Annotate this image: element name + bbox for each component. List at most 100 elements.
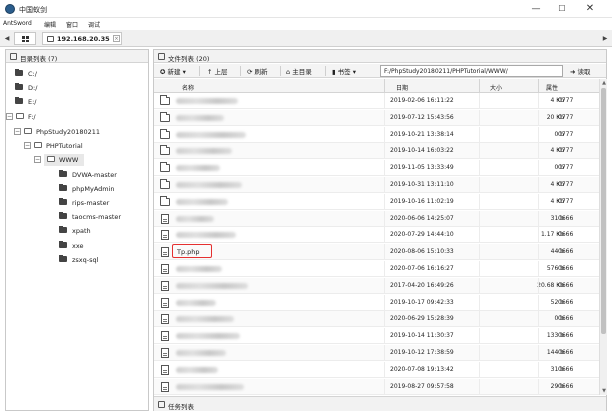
- file-icon: [161, 213, 169, 224]
- tree-node-xpath[interactable]: xpath: [56, 225, 146, 237]
- column-gridline: [538, 345, 539, 361]
- redacted-file-name: [176, 299, 216, 306]
- tree-node-rips[interactable]: rips-master: [56, 197, 146, 209]
- tree-node-dvwa[interactable]: DVWA-master: [56, 169, 146, 181]
- file-row[interactable]: 2019-07-12 15:43:56 20 Kb 0777: [154, 109, 599, 126]
- file-list-icon: [158, 53, 165, 60]
- vertical-scrollbar[interactable]: ▲ ▼: [599, 79, 607, 395]
- file-row[interactable]: 2019-10-21 13:38:14 0 b 0777: [154, 126, 599, 143]
- column-perm[interactable]: 属性: [546, 83, 558, 92]
- file-row[interactable]: 2020-07-06 16:16:27 576 b 0666: [154, 261, 599, 277]
- column-name[interactable]: 名称: [182, 83, 194, 92]
- tab-scroll-left-icon[interactable]: ◀: [2, 34, 12, 44]
- menu-window[interactable]: 窗口: [66, 20, 78, 29]
- tree-node-f[interactable]: − F:/: [6, 111, 144, 123]
- file-row[interactable]: 2019-10-31 13:11:10 4 Kb 0777: [154, 177, 599, 193]
- close-button[interactable]: ✕: [578, 2, 602, 16]
- tab-close-icon[interactable]: ×: [113, 35, 120, 42]
- tab-home[interactable]: [14, 32, 36, 45]
- tree-node-taocms[interactable]: taocms-master: [56, 211, 146, 223]
- task-list-icon: [158, 401, 165, 408]
- file-date: 2019-10-16 11:02:19: [390, 197, 454, 205]
- column-gridline: [479, 126, 480, 143]
- file-row[interactable]: 2020-07-29 14:44:10 1.17 Kb 0666: [154, 227, 599, 244]
- column-gridline: [384, 345, 385, 361]
- file-date: 2019-10-14 16:03:22: [390, 147, 454, 155]
- tree-node-label: C:/: [28, 70, 37, 78]
- tree-node-phptutorial[interactable]: − PHPTutorial: [24, 140, 144, 152]
- tree-node-label: DVWA-master: [72, 171, 117, 179]
- menu-antsword[interactable]: AntSword: [3, 20, 32, 27]
- column-gridline: [479, 328, 480, 345]
- file-permissions: 0666: [558, 231, 574, 239]
- tree-node-d[interactable]: D:/: [12, 82, 142, 94]
- collapse-toggle-icon[interactable]: −: [14, 128, 21, 135]
- file-row[interactable]: 2019-08-27 09:57:58 29 b 0666: [154, 378, 599, 395]
- column-gridline: [384, 177, 385, 193]
- file-row[interactable]: 2019-10-17 09:42:33 52 b 0666: [154, 294, 599, 311]
- file-date: 2019-10-31 13:11:10: [390, 181, 454, 188]
- tree-node-c[interactable]: C:/: [12, 68, 142, 80]
- collapse-toggle-icon[interactable]: −: [6, 113, 13, 120]
- tree-node-www[interactable]: − WWW: [34, 154, 144, 166]
- column-date[interactable]: 日期: [396, 83, 408, 92]
- file-row[interactable]: 2020-06-06 14:25:07 31 b 0666: [154, 210, 599, 227]
- tree-node-label: xpath: [72, 227, 91, 235]
- tree-node-label: xxe: [72, 242, 84, 250]
- file-row[interactable]: 2019-10-16 11:02:19 4 Kb 0777: [154, 193, 599, 210]
- tree-node-phpmyadmin[interactable]: phpMyAdmin: [56, 183, 146, 195]
- tab-site-label: 192.168.20.35: [57, 35, 110, 43]
- file-row[interactable]: 2019-10-12 17:38:59 144 b 0666: [154, 345, 599, 361]
- read-button[interactable]: ➜ 读取: [570, 66, 591, 76]
- column-size[interactable]: 大小: [490, 83, 502, 92]
- tree-node-xxe[interactable]: xxe: [56, 240, 146, 252]
- tree-node-phpstudy[interactable]: − PhpStudy20180211: [14, 126, 144, 138]
- file-table-body: 2019-02-06 16:11:22 4 Kb 0777 2019-07-12 15…: [154, 93, 599, 395]
- menu-debug[interactable]: 调试: [88, 20, 100, 29]
- file-row[interactable]: 2020-07-08 19:13:42 31 b 0666: [154, 361, 599, 378]
- file-date: 2019-08-27 09:57:58: [390, 382, 454, 390]
- tree-node-label: phpMyAdmin: [72, 185, 115, 193]
- redacted-file-name: [176, 266, 222, 272]
- folder-icon: [59, 184, 67, 191]
- tree-node-zsxq-sql[interactable]: zsxq-sql: [56, 254, 146, 266]
- folder-icon: [59, 226, 67, 233]
- file-row[interactable]: 2019-02-06 16:11:22 4 Kb 0777: [154, 93, 599, 109]
- maximize-button[interactable]: ☐: [550, 2, 574, 16]
- column-gridline: [384, 378, 385, 395]
- folder-icon: [59, 255, 67, 262]
- file-row[interactable]: 2020-06-29 15:28:39 0 b 0666: [154, 311, 599, 328]
- file-permissions: 0666: [558, 332, 574, 340]
- file-icon: [161, 280, 169, 291]
- up-button[interactable]: ↑ 上层: [207, 66, 228, 76]
- bookmark-button[interactable]: ▮ 书签 ▾: [332, 66, 356, 76]
- task-list-bar[interactable]: 任务列表: [154, 396, 606, 411]
- tab-scroll-right-icon[interactable]: ▶: [600, 34, 610, 44]
- menu-edit[interactable]: 编辑: [44, 20, 56, 29]
- tree-node-label: E:/: [28, 98, 37, 106]
- home-button[interactable]: ⌂ 主目录: [286, 66, 312, 76]
- file-row[interactable]: 2019-10-14 16:03:22 4 Kb 0777: [154, 143, 599, 160]
- minimize-button[interactable]: —: [524, 2, 548, 16]
- new-button[interactable]: ✪ 新建 ▾: [160, 66, 186, 76]
- column-gridline: [538, 160, 539, 177]
- toolbar-divider: [240, 66, 241, 76]
- column-gridline: [384, 210, 385, 227]
- tab-site[interactable]: 192.168.20.35 ×: [42, 32, 122, 45]
- collapse-toggle-icon[interactable]: −: [34, 156, 41, 163]
- path-input[interactable]: [380, 65, 563, 77]
- file-icon: [161, 331, 169, 342]
- scrollbar-thumb[interactable]: [601, 88, 606, 334]
- file-row[interactable]: 2019-10-14 11:30:37 133 b 0666: [154, 328, 599, 345]
- file-table-header: 名称 日期 大小 属性: [154, 79, 599, 93]
- file-row[interactable]: Tp.php 2020-08-06 15:10:33 44 b 0666: [154, 244, 599, 261]
- tree-node-e[interactable]: E:/: [12, 96, 142, 108]
- scroll-up-icon[interactable]: ▲: [600, 79, 608, 87]
- file-row[interactable]: 2019-11-05 13:33:49 0 b 0777: [154, 160, 599, 177]
- file-permissions: 0666: [558, 248, 574, 256]
- redacted-file-name: [176, 148, 232, 155]
- collapse-toggle-icon[interactable]: −: [24, 142, 31, 149]
- scroll-down-icon[interactable]: ▼: [600, 387, 608, 395]
- file-row[interactable]: 2017-04-20 16:49:26 20.68 Kb 0666: [154, 277, 599, 294]
- refresh-button[interactable]: ⟳ 刷新: [247, 66, 268, 76]
